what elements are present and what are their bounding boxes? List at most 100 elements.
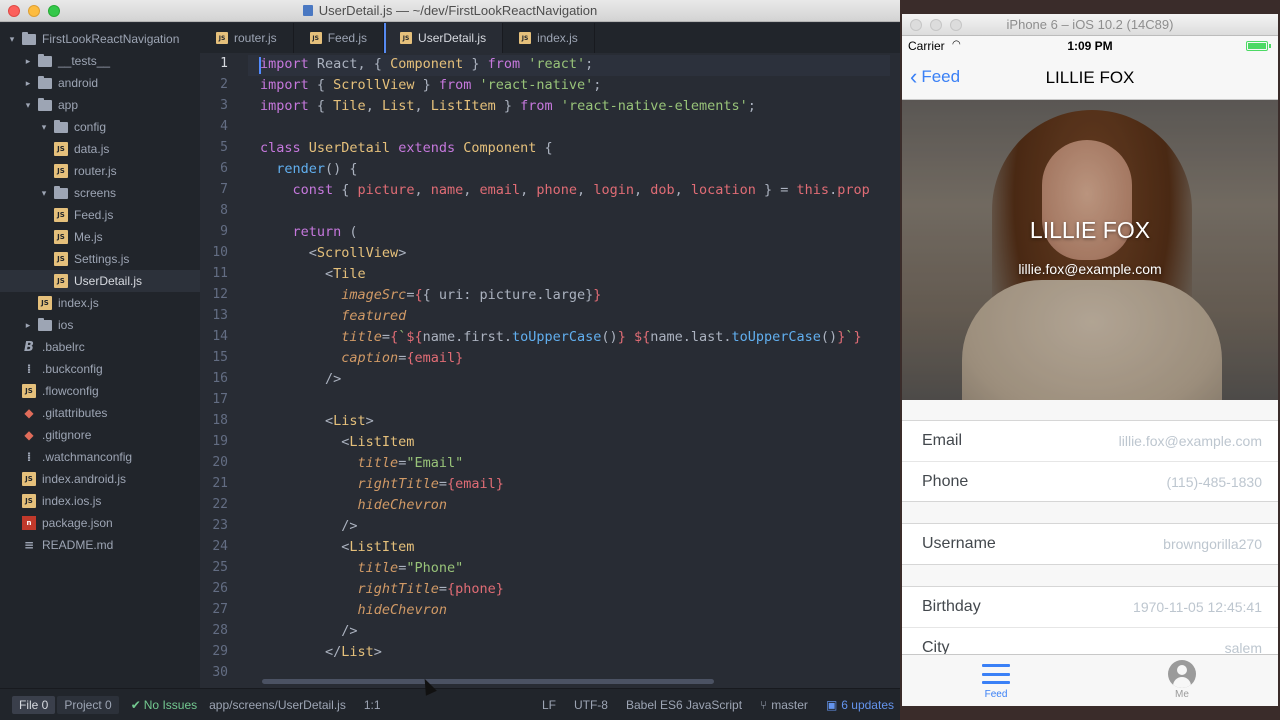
status-file-path[interactable]: app/screens/UserDetail.js <box>209 698 346 712</box>
code-editor[interactable]: import React, { Component } from 'react'… <box>260 54 890 680</box>
code-line[interactable]: title="Email" <box>260 453 464 474</box>
line-number[interactable]: 6 <box>200 161 228 176</box>
line-number[interactable]: 29 <box>200 644 228 659</box>
editor-tab[interactable]: JS Feed.js <box>294 23 385 53</box>
chevron-right-icon[interactable]: ▸ <box>22 78 34 89</box>
editor-tab[interactable]: JS UserDetail.js <box>384 23 504 53</box>
chevron-down-icon[interactable]: ▾ <box>38 188 50 199</box>
tree-item[interactable]: JS Settings.js <box>0 248 200 270</box>
tree-item[interactable]: JS Me.js <box>0 226 200 248</box>
close-window-button[interactable] <box>8 5 20 17</box>
line-number[interactable]: 10 <box>200 245 228 260</box>
line-number[interactable]: 25 <box>200 560 228 575</box>
tree-item[interactable]: JS router.js <box>0 160 200 182</box>
line-number[interactable]: 21 <box>200 476 228 491</box>
code-line[interactable]: import { Tile, List, ListItem } from 're… <box>260 96 756 117</box>
line-number[interactable]: 24 <box>200 539 228 554</box>
line-number[interactable]: 2 <box>200 77 228 92</box>
tree-item[interactable]: n package.json <box>0 512 200 534</box>
code-line[interactable]: rightTitle={email} <box>260 474 504 495</box>
chevron-down-icon[interactable]: ▾ <box>6 34 18 45</box>
chevron-right-icon[interactable]: ▸ <box>22 320 34 331</box>
tree-item[interactable]: ▾ config <box>0 116 200 138</box>
code-line[interactable]: <List> <box>260 411 374 432</box>
close-window-button[interactable] <box>910 19 922 31</box>
code-line[interactable]: class UserDetail extends Component { <box>260 138 553 159</box>
code-line[interactable]: const { picture, name, email, phone, log… <box>260 180 870 201</box>
status-cursor-position[interactable]: 1:1 <box>364 698 381 712</box>
status-line-ending[interactable]: LF <box>542 698 556 712</box>
tree-item[interactable]: ▾ FirstLookReactNavigation <box>0 28 200 50</box>
code-line[interactable]: </List> <box>260 642 382 663</box>
line-number[interactable]: 26 <box>200 581 228 596</box>
tree-item[interactable]: JS index.android.js <box>0 468 200 490</box>
tree-item[interactable]: ◆ .gitattributes <box>0 402 200 424</box>
code-line[interactable]: <ListItem <box>260 537 414 558</box>
list-item[interactable]: Phone (115)-485-1830 <box>902 461 1278 501</box>
tab-feed[interactable]: Feed <box>936 659 1056 700</box>
line-number[interactable]: 30 <box>200 665 228 680</box>
status-grammar[interactable]: Babel ES6 JavaScript <box>626 698 742 712</box>
code-line[interactable]: import React, { Component } from 'react'… <box>260 54 593 75</box>
line-number[interactable]: 22 <box>200 497 228 512</box>
tree-item[interactable]: JS data.js <box>0 138 200 160</box>
line-number[interactable]: 4 <box>200 119 228 134</box>
horizontal-scrollbar[interactable] <box>262 679 714 684</box>
line-number[interactable]: 5 <box>200 140 228 155</box>
code-line[interactable]: /> <box>260 369 341 390</box>
code-line[interactable]: hideChevron <box>260 495 447 516</box>
code-line[interactable]: /> <box>260 621 357 642</box>
list-item[interactable]: Birthday 1970-11-05 12:45:41 <box>902 587 1278 627</box>
zoom-window-button[interactable] <box>950 19 962 31</box>
code-line[interactable]: return ( <box>260 222 358 243</box>
tree-item[interactable]: JS index.js <box>0 292 200 314</box>
zoom-window-button[interactable] <box>48 5 60 17</box>
code-line[interactable]: title="Phone" <box>260 558 464 579</box>
code-line[interactable]: render() { <box>260 159 357 180</box>
status-file-tab[interactable]: File 0 Project 0 <box>12 695 119 714</box>
status-encoding[interactable]: UTF-8 <box>574 698 608 712</box>
line-number[interactable]: 17 <box>200 392 228 407</box>
code-line[interactable]: caption={email} <box>260 348 463 369</box>
code-line[interactable]: /> <box>260 516 357 537</box>
line-number[interactable]: 27 <box>200 602 228 617</box>
tree-item[interactable]: ≡ README.md <box>0 534 200 556</box>
line-number[interactable]: 28 <box>200 623 228 638</box>
chevron-right-icon[interactable]: ▸ <box>22 56 34 67</box>
tree-item[interactable]: JS .flowconfig <box>0 380 200 402</box>
line-number[interactable]: 20 <box>200 455 228 470</box>
code-line[interactable]: import { ScrollView } from 'react-native… <box>260 75 601 96</box>
code-line[interactable]: featured <box>260 306 406 327</box>
code-line[interactable]: hideChevron <box>260 600 447 621</box>
featured-tile[interactable]: LILLIE FOX lillie.fox@example.com <box>902 100 1278 400</box>
tree-item[interactable]: ▾ app <box>0 94 200 116</box>
tree-item[interactable]: ▸ android <box>0 72 200 94</box>
tree-item[interactable]: JS index.ios.js <box>0 490 200 512</box>
line-number[interactable]: 1 <box>200 56 228 71</box>
code-line[interactable]: imageSrc={{ uri: picture.large}} <box>260 285 601 306</box>
code-line[interactable]: <Tile <box>260 264 366 285</box>
tree-item[interactable]: ◆ .gitignore <box>0 424 200 446</box>
code-line[interactable]: title={`${name.first.toUpperCase()} ${na… <box>260 327 861 348</box>
tree-item[interactable]: JS Feed.js <box>0 204 200 226</box>
tree-item[interactable]: ⁞ .watchmanconfig <box>0 446 200 468</box>
line-number[interactable]: 9 <box>200 224 228 239</box>
list-item[interactable]: Email lillie.fox@example.com <box>902 421 1278 461</box>
status-branch[interactable]: ⑂ master <box>760 698 808 712</box>
line-number[interactable]: 19 <box>200 434 228 449</box>
tree-item[interactable]: B .babelrc <box>0 336 200 358</box>
minimize-window-button[interactable] <box>28 5 40 17</box>
line-number[interactable]: 14 <box>200 329 228 344</box>
code-line[interactable]: <ListItem <box>260 432 414 453</box>
tab-me[interactable]: Me <box>1122 659 1242 700</box>
line-number[interactable]: 8 <box>200 203 228 218</box>
tree-item[interactable]: ▸ ios <box>0 314 200 336</box>
code-line[interactable]: rightTitle={phone} <box>260 579 504 600</box>
chevron-down-icon[interactable]: ▾ <box>38 122 50 133</box>
editor-tab[interactable]: JS router.js <box>200 23 294 53</box>
editor-tab[interactable]: JS index.js <box>503 23 595 53</box>
line-number[interactable]: 3 <box>200 98 228 113</box>
line-number[interactable]: 16 <box>200 371 228 386</box>
tree-item[interactable]: ⁞ .buckconfig <box>0 358 200 380</box>
status-issues[interactable]: ✔ No Issues <box>131 698 197 712</box>
